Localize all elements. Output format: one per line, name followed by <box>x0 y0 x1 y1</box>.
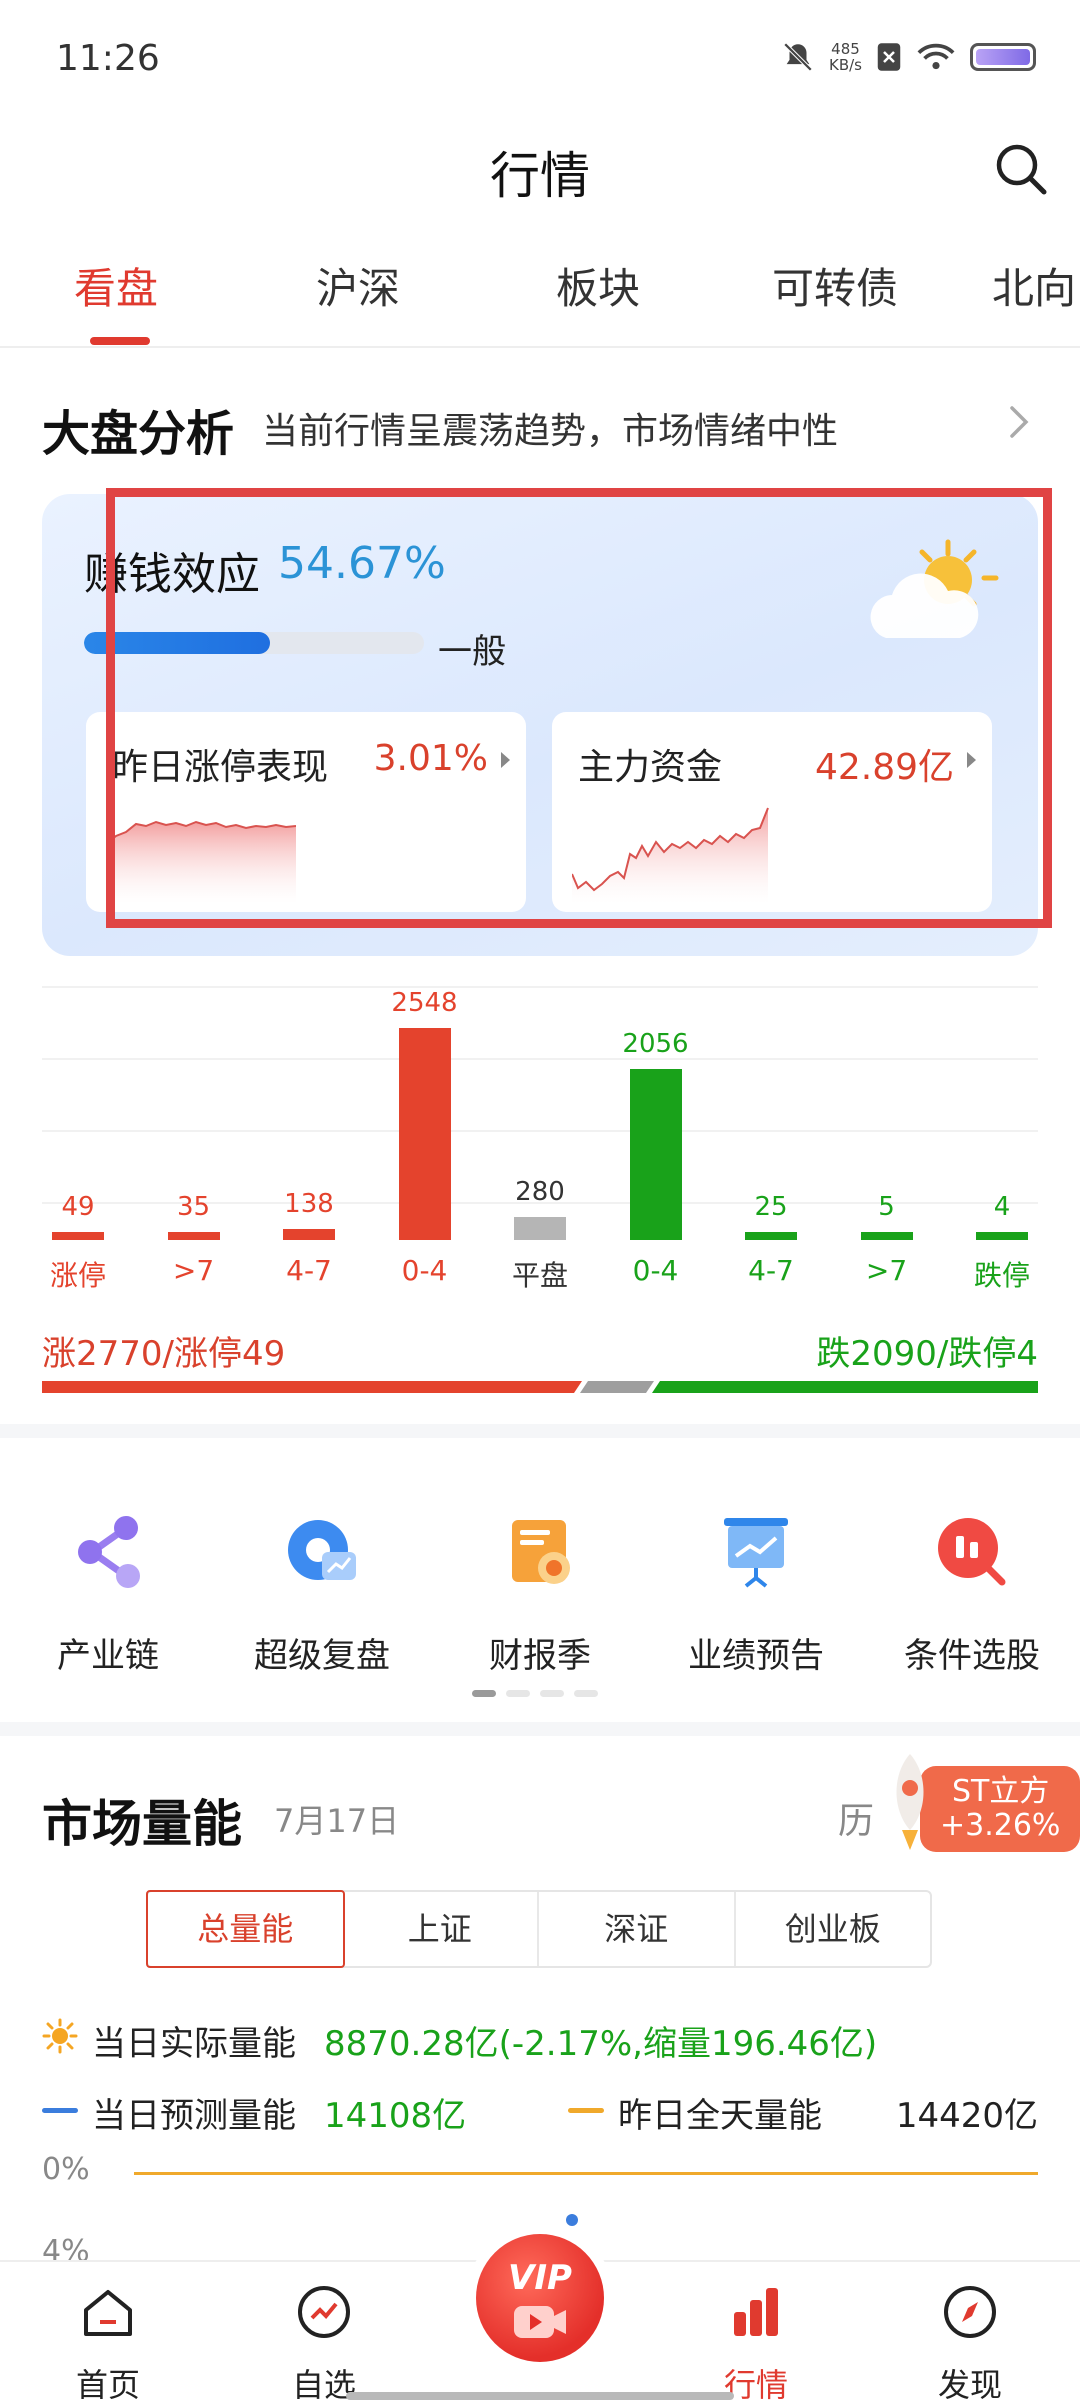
shortcut-industry-chain[interactable]: 产业链 <box>8 1510 208 1677</box>
section-divider <box>0 1424 1080 1438</box>
shortcut-super-replay[interactable]: 超级复盘 <box>222 1510 422 1677</box>
vip-video-icon: VIP <box>476 2234 604 2362</box>
bar-category-label: 平盘 <box>511 1259 568 1292</box>
bar-chart-icon <box>734 2288 778 2336</box>
forecast-volume-label: 当日预测量能 <box>92 2096 296 2136</box>
bar-3 <box>398 1028 451 1240</box>
sun-icon <box>42 2018 78 2054</box>
home-indicator <box>346 2392 734 2400</box>
nav-label: 发现 <box>937 2366 1002 2404</box>
actual-volume-label: 当日实际量能 <box>92 2024 296 2064</box>
bar-category-label: 0-4 <box>632 1254 679 1287</box>
yesterday-line-legend <box>568 2108 604 2113</box>
yesterday-reference-line <box>134 2172 1038 2175</box>
nav-home[interactable]: 首页 <box>38 2282 178 2406</box>
shortcut-stock-screener[interactable]: 条件选股 <box>872 1510 1072 1677</box>
bar-4 <box>514 1216 566 1240</box>
bar-category-label: 涨停 <box>49 1259 106 1292</box>
presentation-board-icon <box>724 1518 788 1588</box>
rise-fall-distribution-chart: 49 涨停 35 >7 138 4-7 2548 0-4 280 平盘 2056 0-4 25 4-7 5 >… <box>0 0 1080 1300</box>
bar-8 <box>976 1232 1028 1240</box>
bar-category-label: 4-7 <box>748 1254 794 1287</box>
floating-stock-change: +3.26% <box>940 1808 1061 1843</box>
shortcut-label: 财报季 <box>489 1636 591 1676</box>
compass-icon <box>944 2286 996 2338</box>
shortcut-earnings-season[interactable]: 财报季 <box>440 1510 640 1677</box>
nav-discover[interactable]: 发现 <box>900 2282 1040 2406</box>
bar-value-label: 280 <box>515 1176 565 1207</box>
bar-value-label: 2548 <box>391 988 458 1018</box>
report-scroll-icon <box>512 1520 570 1584</box>
shortcut-label: 条件选股 <box>904 1636 1040 1676</box>
bar-7 <box>860 1232 913 1240</box>
home-icon <box>84 2290 132 2336</box>
shortcut-earnings-forecast[interactable]: 业绩预告 <box>656 1510 856 1677</box>
axis-tick-0: 0% <box>42 2152 90 2187</box>
vip-button[interactable]: VIP <box>466 2224 614 2372</box>
bar-1 <box>167 1232 220 1240</box>
bar-category-label: 跌停 <box>973 1259 1030 1292</box>
bar-2 <box>283 1228 335 1240</box>
bar-value-label: 2056 <box>622 1028 689 1059</box>
bar-category-label: >7 <box>865 1254 908 1287</box>
bar-value-label: 4 <box>993 1192 1011 1222</box>
nav-label: 首页 <box>75 2366 140 2404</box>
vip-label: VIP <box>508 2258 572 2298</box>
bar-category-label: 4-7 <box>286 1254 332 1287</box>
bar-value-label: 138 <box>284 1188 334 1219</box>
forecast-line-legend <box>42 2108 78 2113</box>
shortcut-label: 超级复盘 <box>254 1636 390 1676</box>
play-icon <box>514 2306 566 2338</box>
shortcut-label: 业绩预告 <box>688 1636 824 1676</box>
share-network-icon <box>78 1516 140 1588</box>
fall-summary: 跌2090/跌停4 <box>816 1334 1038 1374</box>
nav-watchlist[interactable]: 自选 <box>254 2282 394 2406</box>
market-volume-title: 市场量能 <box>42 1795 242 1853</box>
market-volume-date: 7月17日 <box>274 1802 400 1840</box>
replay-chart-icon <box>288 1520 356 1580</box>
volume-segment-control: 总量能 上证 深证 创业板 <box>146 1890 932 1968</box>
yesterday-volume-label: 昨日全天量能 <box>618 2096 822 2136</box>
shortcut-pager <box>472 1690 598 1697</box>
bar-5 <box>629 1068 682 1240</box>
nav-market[interactable]: 行情 <box>686 2282 826 2406</box>
segment-shenzhen[interactable]: 深证 <box>539 1892 736 1966</box>
segment-shanghai[interactable]: 上证 <box>343 1892 539 1966</box>
bar-6 <box>745 1232 797 1240</box>
rise-fall-ratio-bar <box>42 1381 1038 1393</box>
floating-stock-name: ST立方 <box>952 1774 1050 1809</box>
actual-volume-value: 8870.28亿(-2.17%,缩量196.46亿) <box>324 2024 878 2064</box>
bar-category-label: >7 <box>172 1254 215 1287</box>
forecast-point <box>566 2214 578 2226</box>
bar-value-label: 25 <box>754 1192 788 1222</box>
segment-chinext[interactable]: 创业板 <box>736 1892 931 1966</box>
bar-category-label: 0-4 <box>401 1254 448 1287</box>
forecast-volume-value: 14108亿 <box>324 2096 467 2136</box>
yesterday-volume-value: 14420亿 <box>895 2096 1038 2136</box>
trend-circle-icon <box>298 2286 350 2338</box>
stock-filter-icon <box>938 1518 1006 1586</box>
bar-value-label: 5 <box>878 1192 895 1222</box>
history-link[interactable]: 历 <box>838 1792 874 1844</box>
rise-summary: 涨2770/涨停49 <box>42 1334 286 1374</box>
bar-value-label: 35 <box>176 1192 211 1222</box>
bar-0 <box>52 1232 104 1240</box>
bar-value-label: 49 <box>61 1192 95 1222</box>
shortcut-label: 产业链 <box>57 1636 159 1676</box>
section-divider <box>0 1722 1080 1736</box>
segment-total-volume[interactable]: 总量能 <box>146 1890 345 1968</box>
